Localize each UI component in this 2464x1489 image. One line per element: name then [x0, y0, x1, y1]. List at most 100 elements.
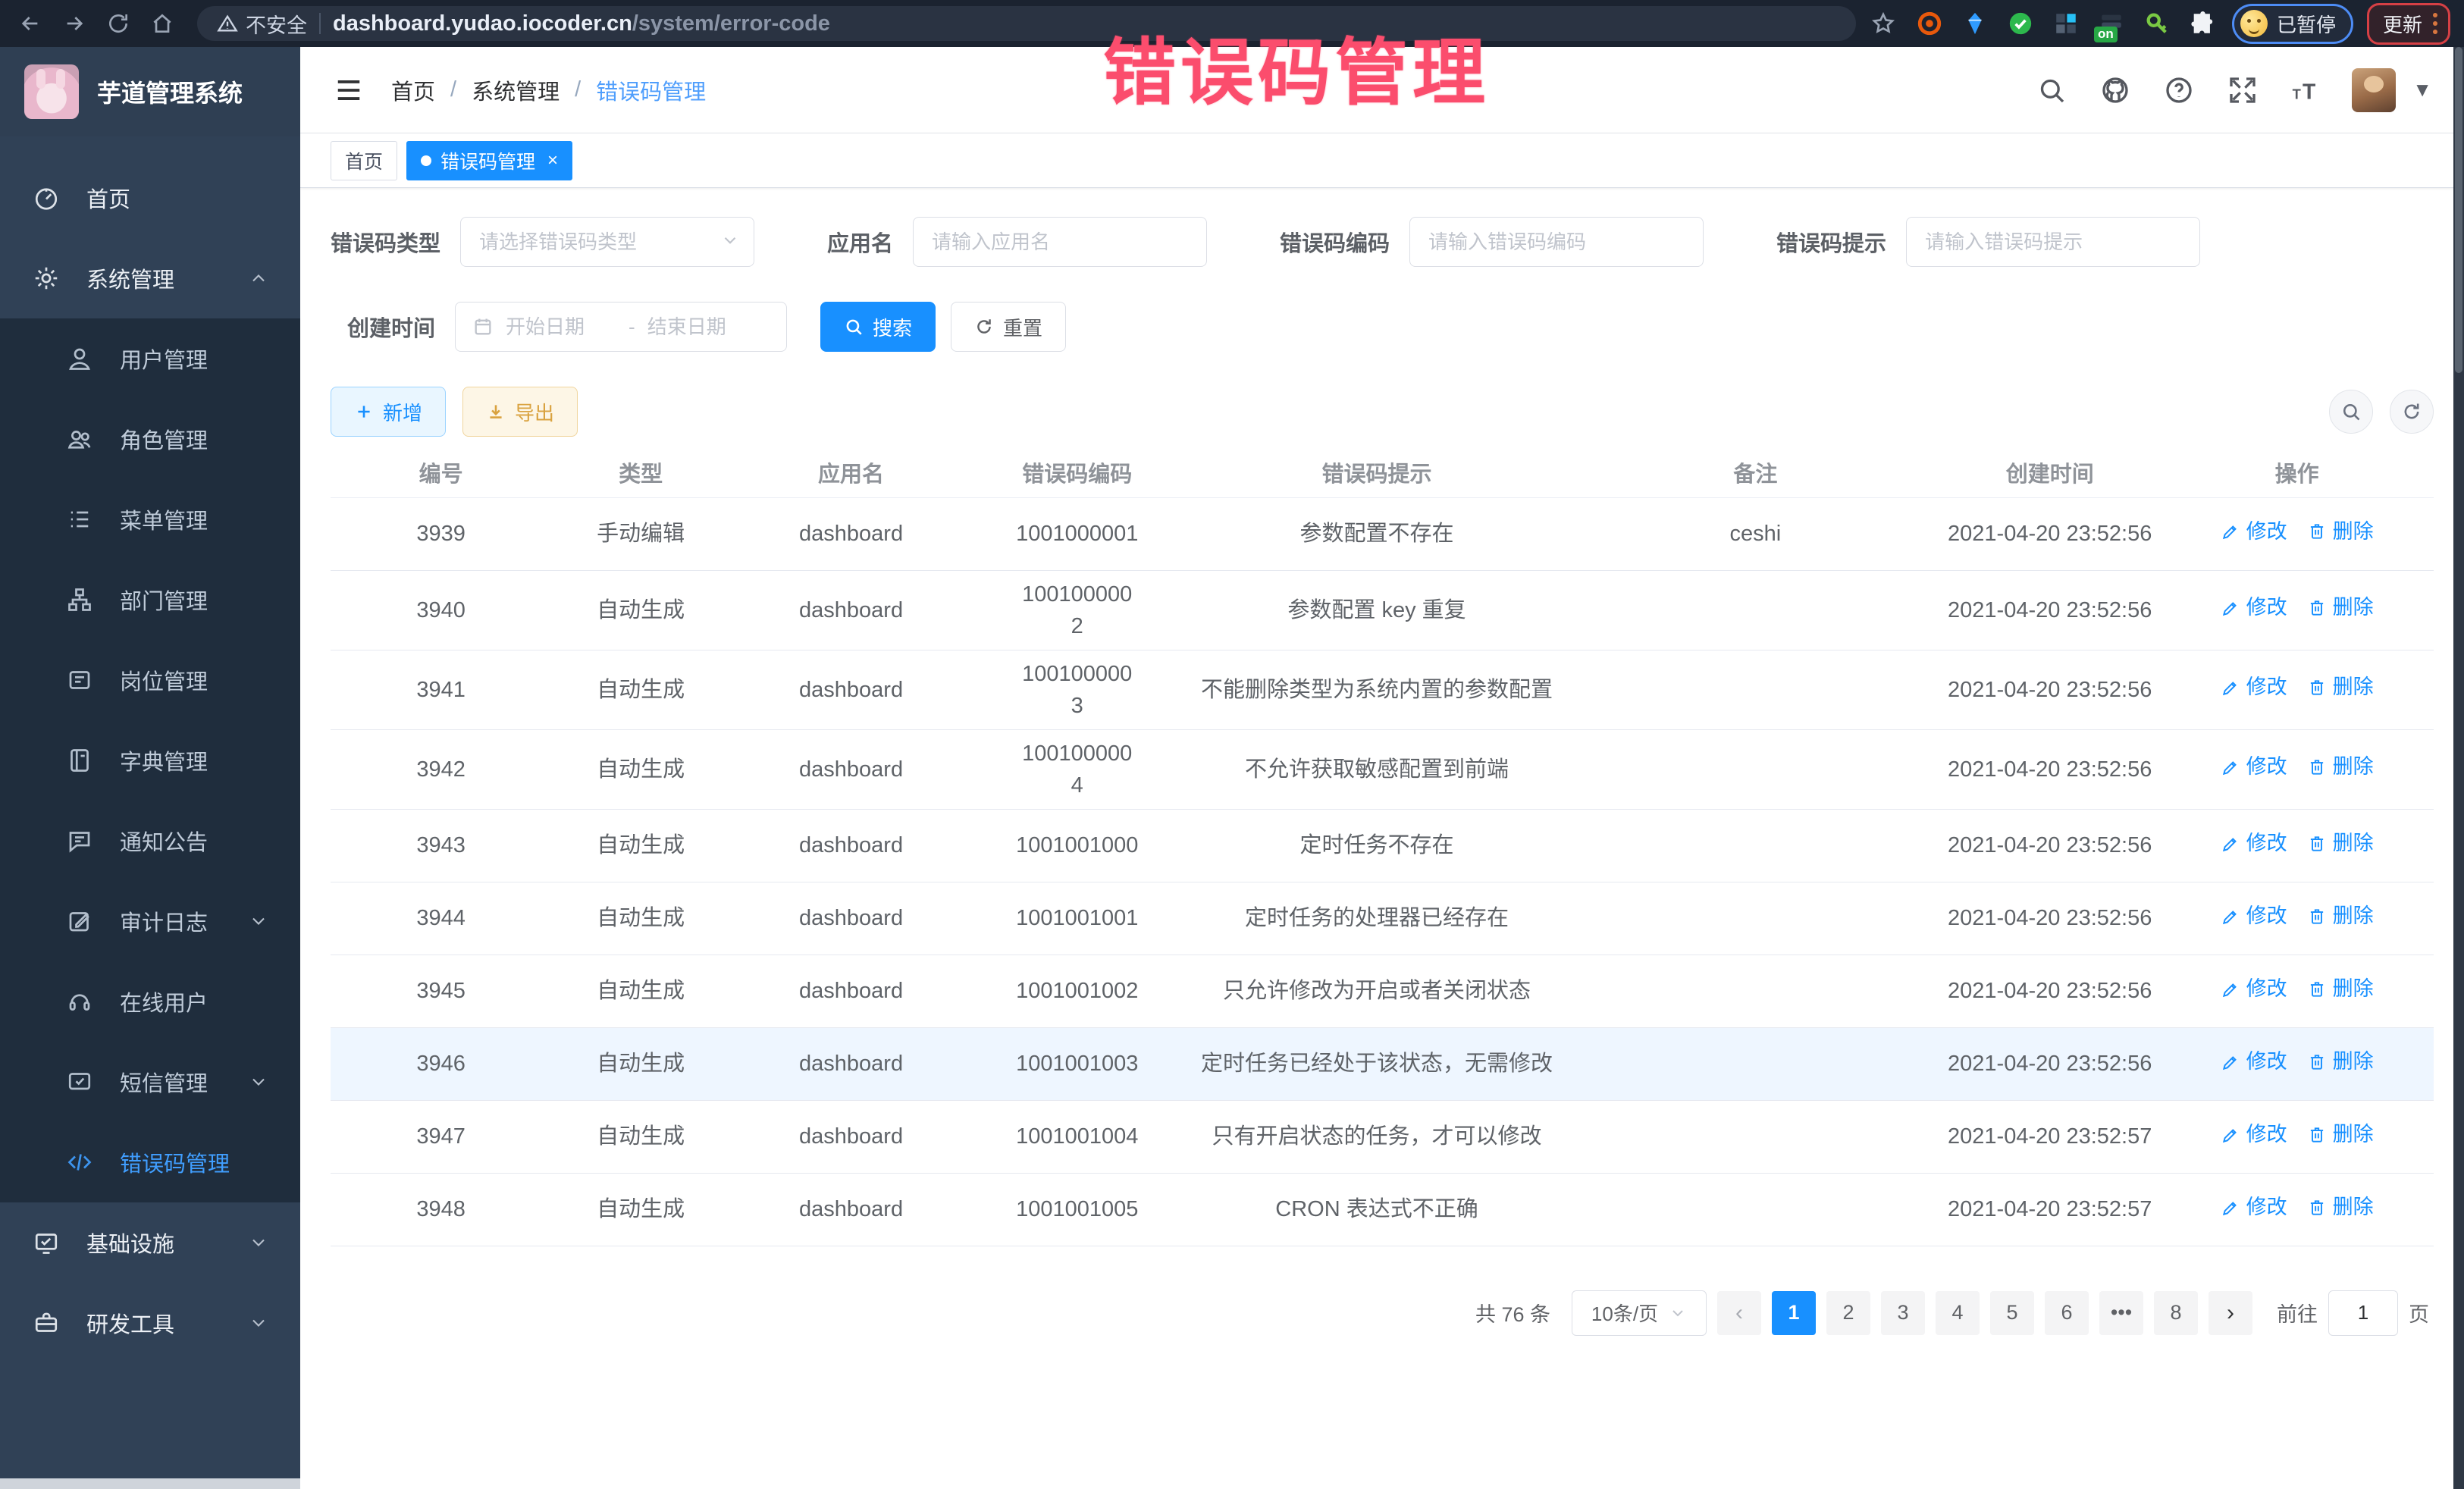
delete-link[interactable]: 删除 — [2307, 672, 2374, 702]
sidebar-item-role[interactable]: 角色管理 — [0, 399, 300, 479]
row-app: dashboard — [730, 1100, 972, 1173]
extension-green-check-icon[interactable] — [2005, 8, 2036, 39]
next-page-button[interactable]: › — [2209, 1291, 2252, 1335]
prev-page-button[interactable]: ‹ — [1717, 1291, 1761, 1335]
forward-icon[interactable] — [58, 7, 91, 40]
tab-home[interactable]: 首页 — [331, 141, 397, 180]
breadcrumb-item[interactable]: 系统管理 — [472, 74, 560, 106]
add-button[interactable]: 新增 — [331, 387, 446, 437]
date-range-picker[interactable]: - — [455, 302, 787, 352]
refresh-table-icon[interactable] — [2390, 390, 2434, 434]
sidebar-item-post[interactable]: 岗位管理 — [0, 640, 300, 720]
app-name-input[interactable] — [930, 230, 1190, 255]
delete-link[interactable]: 删除 — [2307, 1193, 2374, 1222]
back-icon[interactable] — [14, 7, 47, 40]
error-tip-field[interactable] — [1906, 217, 2200, 267]
delete-link[interactable]: 删除 — [2307, 1047, 2374, 1077]
github-icon[interactable] — [2097, 72, 2133, 108]
delete-link[interactable]: 删除 — [2307, 593, 2374, 622]
delete-link[interactable]: 删除 — [2307, 829, 2374, 858]
page-button-5[interactable]: 5 — [1990, 1291, 2034, 1335]
edit-link[interactable]: 修改 — [2221, 672, 2287, 702]
help-icon[interactable] — [2161, 72, 2197, 108]
start-date-input[interactable] — [504, 315, 618, 340]
error-tip-input[interactable] — [1923, 230, 2183, 255]
error-type-select-input[interactable] — [478, 230, 737, 255]
delete-link[interactable]: 删除 — [2307, 517, 2374, 547]
sidebar-item-errcode[interactable]: 错误码管理 — [0, 1122, 300, 1202]
sidebar-item-user[interactable]: 用户管理 — [0, 318, 300, 399]
delete-link[interactable]: 删除 — [2307, 901, 2374, 931]
active-tab-dot — [421, 155, 431, 166]
edit-link[interactable]: 修改 — [2221, 1047, 2287, 1077]
bookmark-star-icon[interactable] — [1867, 7, 1900, 40]
logo-row[interactable]: 芋道管理系统 — [0, 47, 300, 136]
reload-icon[interactable] — [102, 7, 135, 40]
more-pages-button[interactable]: ••• — [2099, 1291, 2143, 1335]
sidebar-item-dict[interactable]: 字典管理 — [0, 720, 300, 801]
app-name-field[interactable] — [913, 217, 1207, 267]
extension-on-badge-icon[interactable]: on — [2096, 8, 2127, 39]
breadcrumb-item[interactable]: 首页 — [391, 74, 435, 106]
edit-link[interactable]: 修改 — [2221, 752, 2287, 782]
page-button-6[interactable]: 6 — [2045, 1291, 2089, 1335]
update-button[interactable]: 更新 — [2367, 3, 2450, 45]
breadcrumb-item[interactable]: 错误码管理 — [596, 74, 706, 106]
sidebar-item-home[interactable]: 首页 — [0, 158, 300, 238]
page-button-3[interactable]: 3 — [1881, 1291, 1925, 1335]
sidebar-item-dept[interactable]: 部门管理 — [0, 560, 300, 640]
delete-link[interactable]: 删除 — [2307, 1120, 2374, 1149]
scrollbar-thumb[interactable] — [2455, 47, 2462, 373]
goto-page-input[interactable] — [2328, 1290, 2398, 1336]
chevron-down-icon[interactable]: ▼ — [2412, 78, 2432, 102]
extension-gem-icon[interactable] — [1959, 8, 1991, 39]
error-code-field[interactable] — [1409, 217, 1704, 267]
sidebar-item-audit[interactable]: 审计日志 — [0, 881, 300, 961]
kebab-menu-icon[interactable] — [2433, 13, 2437, 34]
sidebar-item-notice[interactable]: 通知公告 — [0, 801, 300, 881]
home-icon[interactable] — [146, 7, 179, 40]
sidebar-item-system[interactable]: 系统管理 — [0, 238, 300, 318]
font-size-icon[interactable]: TT — [2288, 72, 2324, 108]
sidebar-item-devtool[interactable]: 研发工具 — [0, 1283, 300, 1363]
export-button[interactable]: 导出 — [462, 387, 578, 437]
extension-grid-icon[interactable] — [2050, 8, 2082, 39]
profile-chip[interactable]: 已暂停 — [2232, 4, 2353, 44]
extension-orange-icon[interactable] — [1914, 8, 1945, 39]
extension-key-icon[interactable] — [2141, 8, 2173, 39]
not-secure-warning[interactable]: 不安全 — [217, 9, 307, 39]
delete-link[interactable]: 删除 — [2307, 752, 2374, 782]
edit-link[interactable]: 修改 — [2221, 829, 2287, 858]
edit-link[interactable]: 修改 — [2221, 901, 2287, 931]
hamburger-icon[interactable] — [332, 74, 365, 107]
close-tab-icon[interactable]: × — [547, 150, 558, 171]
edit-link[interactable]: 修改 — [2221, 593, 2287, 622]
page-button-2[interactable]: 2 — [1826, 1291, 1870, 1335]
edit-link[interactable]: 修改 — [2221, 517, 2287, 547]
page-size-select[interactable]: 10条/页 — [1572, 1290, 1707, 1336]
user-avatar[interactable] — [2352, 68, 2396, 112]
sidebar-item-sms[interactable]: 短信管理 — [0, 1042, 300, 1122]
search-button[interactable]: 搜索 — [820, 302, 936, 352]
reset-button[interactable]: 重置 — [951, 302, 1066, 352]
page-button-1[interactable]: 1 — [1772, 1291, 1816, 1335]
sidebar-item-menu[interactable]: 菜单管理 — [0, 479, 300, 560]
end-date-input[interactable] — [646, 315, 760, 340]
toggle-search-icon[interactable] — [2329, 390, 2373, 434]
extensions-puzzle-icon[interactable] — [2187, 8, 2218, 39]
tab-errcode[interactable]: 错误码管理× — [406, 141, 572, 180]
sidebar-item-online[interactable]: 在线用户 — [0, 961, 300, 1042]
edit-link[interactable]: 修改 — [2221, 974, 2287, 1004]
fullscreen-icon[interactable] — [2224, 72, 2261, 108]
page-button-8[interactable]: 8 — [2154, 1291, 2198, 1335]
sidebar-item-infra[interactable]: 基础设施 — [0, 1202, 300, 1283]
error-code-input[interactable] — [1427, 230, 1686, 255]
error-type-select[interactable] — [460, 217, 754, 267]
delete-link[interactable]: 删除 — [2307, 974, 2374, 1004]
edit-link[interactable]: 修改 — [2221, 1193, 2287, 1222]
address-bar[interactable]: 不安全 dashboard.yudao.iocoder.cn/system/er… — [197, 6, 1856, 41]
edit-link[interactable]: 修改 — [2221, 1120, 2287, 1149]
page-button-4[interactable]: 4 — [1936, 1291, 1980, 1335]
search-icon[interactable] — [2033, 72, 2070, 108]
browser-scrollbar[interactable] — [2453, 47, 2464, 1489]
